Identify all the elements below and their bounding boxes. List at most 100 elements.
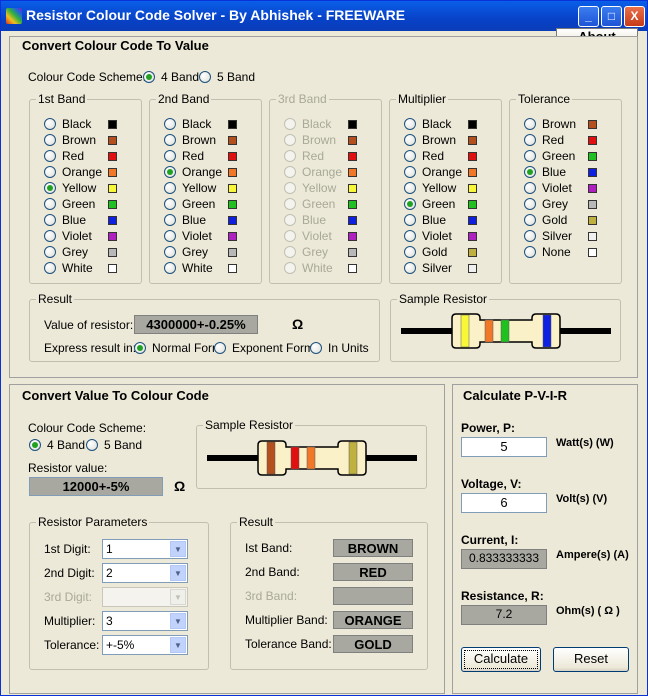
- chevron-down-icon[interactable]: ▼: [170, 565, 186, 581]
- radio-icon: [284, 214, 296, 226]
- band-option-grey[interactable]: Grey: [44, 245, 140, 259]
- radio-icon: [44, 262, 56, 274]
- reset-button[interactable]: Reset: [553, 647, 629, 672]
- radio-icon: [524, 198, 536, 210]
- colour-swatch: [468, 248, 477, 257]
- v2c-scheme-5band[interactable]: 5 Band: [86, 438, 142, 452]
- chevron-down-icon[interactable]: ▼: [170, 541, 186, 557]
- band-option-violet[interactable]: Violet: [524, 181, 620, 195]
- power-label: Power, P:: [461, 421, 516, 435]
- band-option-blue[interactable]: Blue: [44, 213, 140, 227]
- radio-icon: [44, 214, 56, 226]
- express-in-units[interactable]: In Units: [310, 341, 376, 355]
- c2v-result-title: Result: [36, 292, 75, 306]
- radio-icon: [404, 262, 416, 274]
- band-option-blue[interactable]: Blue: [524, 165, 620, 179]
- band-option-black[interactable]: Black: [164, 117, 260, 131]
- band-option-black[interactable]: Black: [404, 117, 500, 131]
- colour-swatch: [588, 248, 597, 257]
- v2c-result-group: Result Ist Band: BROWN 2nd Band: RED 3rd Ban…: [230, 515, 428, 670]
- param-select-value: 2: [106, 566, 113, 580]
- band-option-red[interactable]: Red: [44, 149, 140, 163]
- radio-icon: [44, 246, 56, 258]
- band-option-blue[interactable]: Blue: [164, 213, 260, 227]
- param-select[interactable]: 3 ▼: [102, 611, 188, 631]
- band-option-green[interactable]: Green: [44, 197, 140, 211]
- band-group-2: 2nd Band Black Brown Red Orange Yellow Green Bl…: [149, 92, 262, 284]
- band-option-yellow: Yellow: [284, 181, 380, 195]
- band-option-grey[interactable]: Grey: [164, 245, 260, 259]
- band-option-red[interactable]: Red: [164, 149, 260, 163]
- param-select[interactable]: 2 ▼: [102, 563, 188, 583]
- band-option-violet[interactable]: Violet: [44, 229, 140, 243]
- chevron-down-icon[interactable]: ▼: [170, 637, 186, 653]
- band-option-black[interactable]: Black: [44, 117, 140, 131]
- band-option-green[interactable]: Green: [404, 197, 500, 211]
- colour-swatch: [108, 136, 117, 145]
- express-normal-form[interactable]: Normal Form: [134, 341, 222, 355]
- band-option-green[interactable]: Green: [164, 197, 260, 211]
- band-group-title: Tolerance: [516, 92, 573, 106]
- resistor-value-input[interactable]: 12000+-5%: [29, 477, 163, 496]
- chevron-down-icon[interactable]: ▼: [170, 613, 186, 629]
- express-exponent-form[interactable]: Exponent Form: [214, 341, 314, 355]
- band-option-blue[interactable]: Blue: [404, 213, 500, 227]
- band-option-silver[interactable]: Silver: [404, 261, 500, 275]
- band-option-red[interactable]: Red: [404, 149, 500, 163]
- colour-swatch: [348, 184, 357, 193]
- result-label: 2nd Band:: [245, 565, 300, 579]
- colour-to-value-panel: Convert Colour Code To Value Colour Code…: [9, 36, 638, 378]
- band-option-grey[interactable]: Grey: [524, 197, 620, 211]
- band-option-brown[interactable]: Brown: [524, 117, 620, 131]
- colour-to-value-title: Convert Colour Code To Value: [20, 38, 211, 53]
- current-label: Current, I:: [461, 533, 519, 547]
- band-option-red[interactable]: Red: [524, 133, 620, 147]
- band-group-4: Multiplier Black Brown Red Orange Yellow Green…: [389, 92, 502, 284]
- power-input[interactable]: 5: [461, 437, 547, 457]
- colour-swatch: [108, 184, 117, 193]
- band-option-white[interactable]: White: [44, 261, 140, 275]
- c2v-result-group: Result Value of resistor: 4300000+-0.25%…: [29, 292, 380, 362]
- band-option-white[interactable]: White: [164, 261, 260, 275]
- band-option-yellow[interactable]: Yellow: [164, 181, 260, 195]
- colour-swatch: [348, 200, 357, 209]
- band-option-brown[interactable]: Brown: [164, 133, 260, 147]
- app-icon: [6, 8, 22, 24]
- band-option-yellow[interactable]: Yellow: [44, 181, 140, 195]
- band-option-brown[interactable]: Brown: [404, 133, 500, 147]
- minimize-button[interactable]: _: [578, 6, 599, 27]
- param-select[interactable]: 1 ▼: [102, 539, 188, 559]
- v2c-scheme-4band[interactable]: 4 Band: [29, 438, 85, 452]
- band-option-brown[interactable]: Brown: [44, 133, 140, 147]
- band-option-silver[interactable]: Silver: [524, 229, 620, 243]
- voltage-input[interactable]: 6: [461, 493, 547, 513]
- resistor-value-label: Resistor value:: [28, 461, 108, 475]
- radio-icon: [44, 134, 56, 146]
- result-label: 3rd Band:: [245, 589, 298, 603]
- band-option-none[interactable]: None: [524, 245, 620, 259]
- band-option-orange[interactable]: Orange: [44, 165, 140, 179]
- window-title: Resistor Colour Code Solver - By Abhishe…: [26, 7, 406, 23]
- band-option-green[interactable]: Green: [524, 149, 620, 163]
- band-option-orange[interactable]: Orange: [164, 165, 260, 179]
- close-button[interactable]: X: [624, 6, 645, 27]
- band-option-gold[interactable]: Gold: [404, 245, 500, 259]
- band-option-violet[interactable]: Violet: [164, 229, 260, 243]
- band-option-gold[interactable]: Gold: [524, 213, 620, 227]
- v2c-sample-group: Sample Resistor: [196, 418, 427, 489]
- band-option-orange[interactable]: Orange: [404, 165, 500, 179]
- radio-icon: [143, 71, 155, 83]
- radio-icon: [524, 150, 536, 162]
- band-option-violet[interactable]: Violet: [404, 229, 500, 243]
- result-label: Tolerance Band:: [245, 637, 332, 651]
- band-option-yellow[interactable]: Yellow: [404, 181, 500, 195]
- maximize-button[interactable]: □: [601, 6, 622, 27]
- title-bar[interactable]: Resistor Colour Code Solver - By Abhishe…: [1, 1, 647, 31]
- calculate-button[interactable]: Calculate: [461, 647, 541, 672]
- radio-icon: [404, 230, 416, 242]
- param-select[interactable]: +-5% ▼: [102, 635, 188, 655]
- c2v-scheme-5band[interactable]: 5 Band: [199, 70, 295, 84]
- pvir-panel: Calculate P-V-I-R Power, P: 5 Watt(s) (W…: [452, 384, 638, 694]
- colour-swatch: [468, 136, 477, 145]
- result-label: Ist Band:: [245, 541, 293, 555]
